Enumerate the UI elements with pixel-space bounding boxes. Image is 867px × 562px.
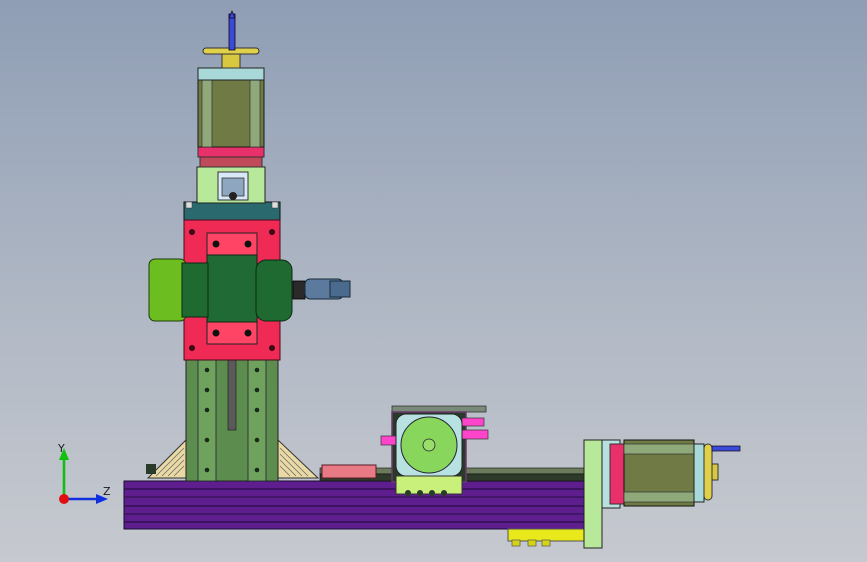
vertical-stepper-motor[interactable]	[196, 67, 266, 204]
z-axis-label: Z	[103, 485, 111, 498]
x-axis-dot	[59, 494, 69, 504]
horizontal-handwheel[interactable]	[703, 443, 741, 501]
assembly-model[interactable]	[0, 0, 867, 562]
right-gusset[interactable]	[277, 438, 320, 479]
orientation-triad[interactable]: Y Z	[48, 438, 118, 514]
slider-block[interactable]	[321, 464, 377, 479]
horizontal-stepper-motor[interactable]	[609, 439, 705, 507]
vertical-handwheel[interactable]	[202, 10, 260, 69]
y-axis-label: Y	[58, 442, 65, 455]
column[interactable]	[185, 355, 279, 482]
left-gusset[interactable]	[146, 438, 187, 479]
cad-viewport[interactable]: Y Z	[0, 0, 867, 562]
spindle-nose[interactable]	[292, 278, 351, 300]
